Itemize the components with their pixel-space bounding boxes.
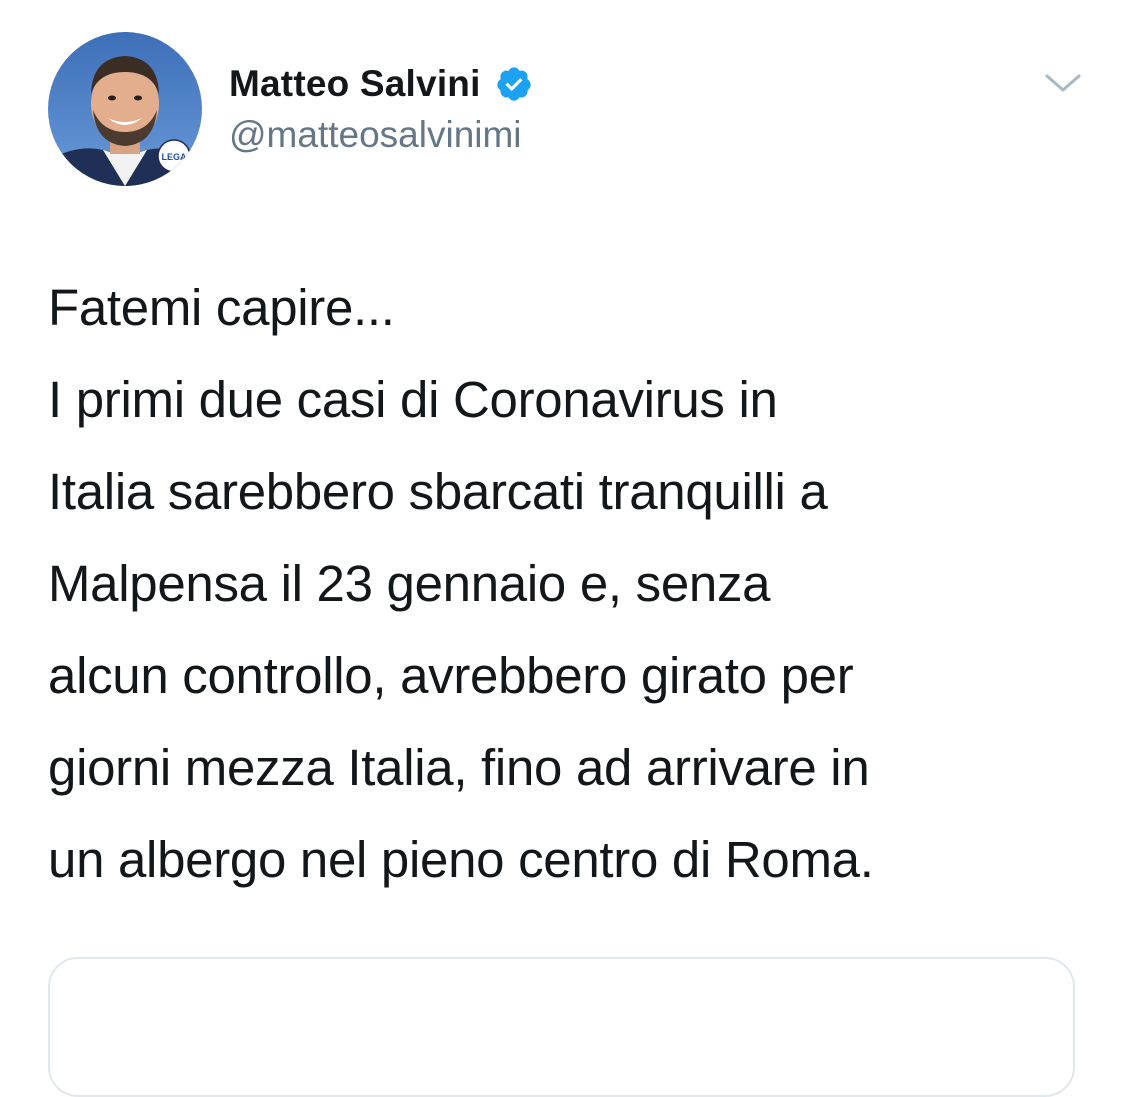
- tweet-container: LEGA Matteo Salvini @matteosalvinimi Fat…: [0, 0, 1125, 1097]
- avatar-image: LEGA: [48, 32, 202, 186]
- verified-badge-icon: [495, 65, 533, 103]
- author-block: Matteo Salvini @matteosalvinimi: [229, 56, 533, 156]
- tweet-text: Fatemi capire... I primi due casi di Cor…: [48, 279, 874, 888]
- avatar-badge-text: LEGA: [161, 152, 187, 162]
- profile-avatar[interactable]: LEGA: [48, 32, 202, 186]
- user-handle[interactable]: @matteosalvinimi: [229, 114, 533, 156]
- chevron-down-icon[interactable]: [1042, 66, 1084, 102]
- display-name[interactable]: Matteo Salvini: [229, 63, 481, 105]
- name-row: Matteo Salvini: [229, 56, 533, 112]
- link-card[interactable]: [48, 957, 1075, 1097]
